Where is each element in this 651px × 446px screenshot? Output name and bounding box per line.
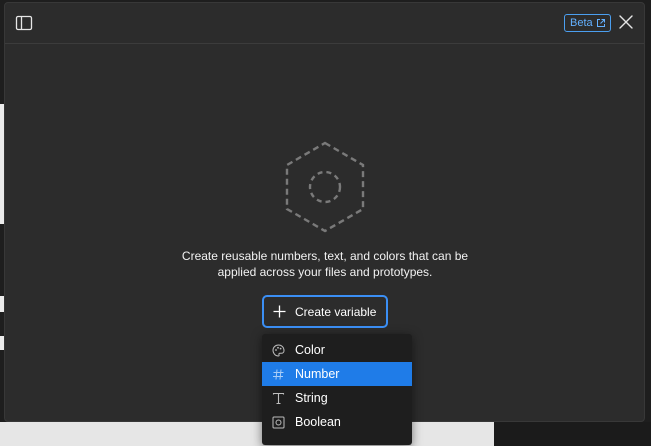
variables-hexagon-icon bbox=[285, 141, 365, 233]
menu-item-color[interactable]: Color bbox=[262, 338, 412, 362]
palette-icon bbox=[272, 343, 285, 357]
sidebar-toggle-icon[interactable] bbox=[15, 14, 33, 32]
menu-item-label: Number bbox=[295, 367, 340, 381]
text-t-icon bbox=[272, 392, 285, 405]
external-link-icon bbox=[596, 19, 605, 27]
background-canvas bbox=[0, 422, 494, 446]
menu-item-label: String bbox=[295, 391, 328, 405]
beta-badge-label: Beta bbox=[570, 17, 593, 29]
plus-icon bbox=[273, 305, 286, 318]
empty-state-line-2: applied across your files and prototypes… bbox=[217, 265, 433, 279]
create-variable-label: Create variable bbox=[295, 304, 377, 319]
empty-state-line-1: Create reusable numbers, text, and color… bbox=[181, 249, 469, 263]
empty-state-message: Create reusable numbers, text, and color… bbox=[165, 248, 485, 280]
dialog-header: Beta bbox=[5, 3, 644, 44]
beta-badge[interactable]: Beta bbox=[564, 14, 611, 32]
menu-item-string[interactable]: String bbox=[262, 386, 412, 410]
toggle-square-icon bbox=[272, 416, 285, 429]
background-panel bbox=[494, 422, 651, 446]
close-icon[interactable] bbox=[619, 15, 633, 29]
menu-item-label: Boolean bbox=[295, 415, 341, 429]
menu-item-label: Color bbox=[295, 343, 325, 357]
variable-type-menu: Color Number String Boolean bbox=[262, 334, 412, 445]
menu-item-number[interactable]: Number bbox=[262, 362, 412, 386]
menu-item-boolean[interactable]: Boolean bbox=[262, 410, 412, 434]
variables-dialog: Beta Create reusable numbers, text, and … bbox=[4, 2, 645, 445]
hash-icon bbox=[272, 368, 285, 381]
create-variable-button[interactable]: Create variable bbox=[262, 295, 388, 328]
